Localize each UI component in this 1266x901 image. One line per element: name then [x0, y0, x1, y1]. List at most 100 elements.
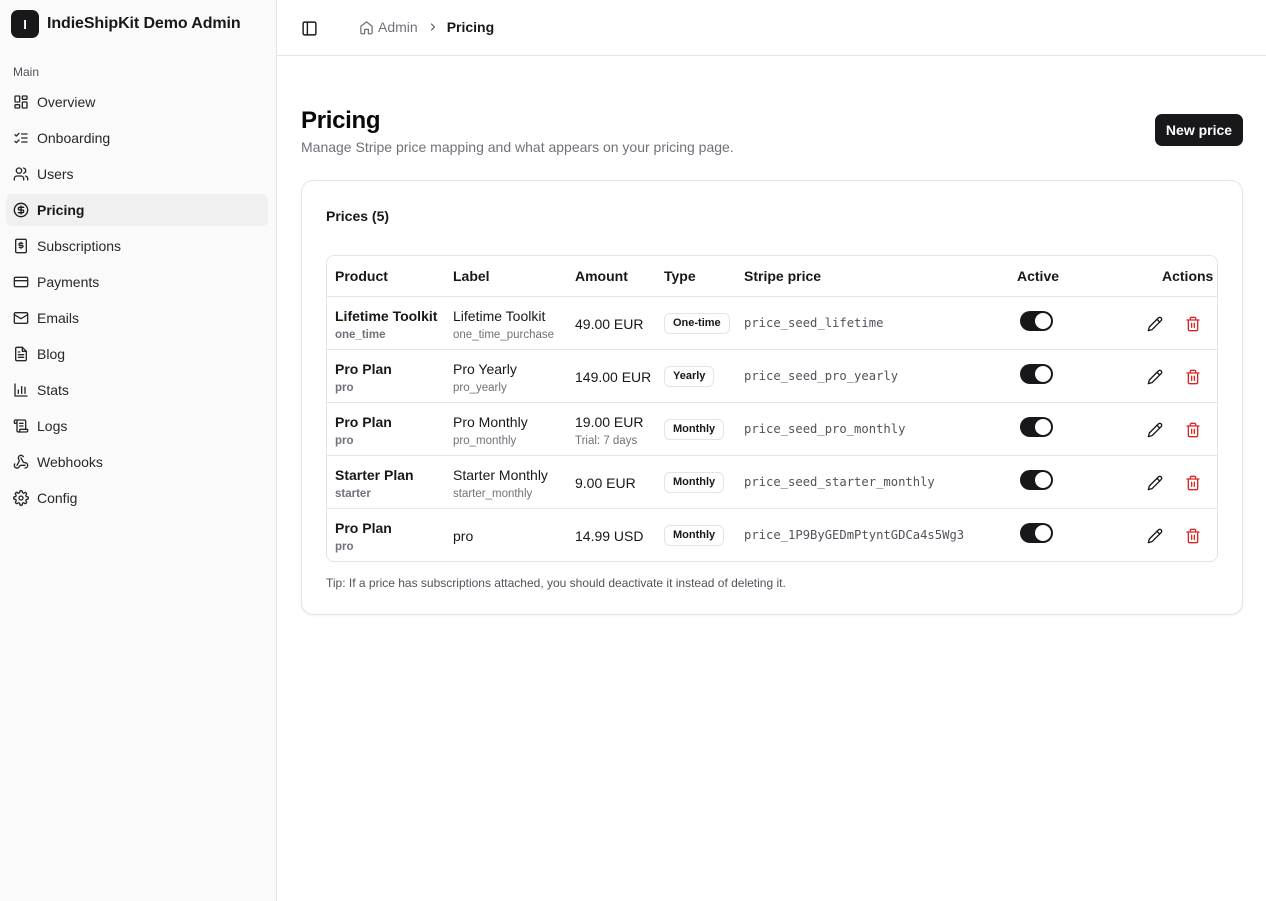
tip-text: Tip: If a price has subscriptions attach… — [326, 576, 786, 590]
stripe-price-id: price_seed_pro_yearly — [744, 369, 899, 383]
sidebar-item-payments[interactable]: Payments — [6, 266, 268, 298]
trash-icon — [1186, 528, 1200, 544]
price-label-key: pro_monthly — [453, 435, 517, 447]
topbar: Admin Pricing — [277, 0, 1266, 56]
sidebar-item-overview[interactable]: Overview — [6, 86, 268, 118]
edit-button[interactable] — [1145, 314, 1165, 334]
sidebar-item-onboarding[interactable]: Onboarding — [6, 122, 268, 154]
price-amount: 9.00 EUR — [575, 475, 636, 491]
edit-button[interactable] — [1145, 420, 1165, 440]
price-label: Pro Yearly — [453, 361, 517, 377]
type-badge: Yearly — [664, 366, 715, 387]
credit-card-icon — [13, 276, 29, 288]
price-label: Pro Monthly — [453, 414, 528, 430]
sidebar-group-label: Main — [13, 65, 40, 79]
pencil-icon — [1147, 422, 1163, 438]
sidebar-item-pricing[interactable]: Pricing — [6, 194, 268, 226]
sidebar-item-label: Users — [37, 166, 74, 182]
breadcrumb: Admin Pricing — [359, 19, 494, 35]
home-icon — [360, 20, 373, 34]
header-label: Label — [453, 268, 490, 284]
table-row: Starter Plan starter Starter Monthly start… — [327, 456, 1217, 509]
sidebar-item-logs[interactable]: Logs — [6, 410, 268, 442]
layout-grid-icon — [14, 95, 28, 109]
sidebar-item-label: Emails — [37, 310, 80, 326]
sidebar-item-users[interactable]: Users — [6, 158, 268, 190]
sidebar-item-emails[interactable]: Emails — [6, 302, 268, 334]
prices-table: Product Label Amount Type Stripe price A… — [326, 255, 1218, 562]
sidebar-item-webhooks[interactable]: Webhooks — [6, 446, 268, 478]
new-price-button[interactable]: New price — [1155, 114, 1243, 146]
type-badge: One-time — [664, 313, 730, 334]
pencil-icon — [1147, 316, 1163, 332]
page-subtitle: Manage Stripe price mapping and what app… — [301, 139, 734, 155]
trial-period: Trial: 7 days — [575, 435, 638, 447]
trash-icon — [1186, 316, 1200, 332]
bar-chart-icon — [14, 383, 28, 397]
price-label-key: starter_monthly — [453, 488, 533, 500]
breadcrumb-admin-link[interactable]: Admin — [359, 19, 418, 35]
webhook-icon — [13, 454, 29, 469]
breadcrumb-admin-label: Admin — [378, 19, 418, 35]
delete-button[interactable] — [1183, 314, 1203, 334]
header-active: Active — [1017, 268, 1060, 284]
active-toggle[interactable] — [1020, 417, 1053, 437]
sidebar-item-label: Subscriptions — [37, 238, 122, 254]
brand-logo: I — [11, 10, 39, 38]
sidebar-item-subscriptions[interactable]: Subscriptions — [6, 230, 268, 262]
edit-button[interactable] — [1145, 367, 1165, 387]
sidebar-item-stats[interactable]: Stats — [6, 374, 268, 406]
brand[interactable]: I IndieShipKit Demo Admin — [11, 10, 241, 38]
price-amount: 149.00 EUR — [575, 369, 652, 385]
active-toggle[interactable] — [1020, 470, 1053, 490]
header-stripe-price: Stripe price — [744, 268, 822, 284]
price-label: Lifetime Toolkit — [453, 308, 546, 324]
edit-button[interactable] — [1145, 473, 1165, 493]
active-toggle[interactable] — [1020, 311, 1053, 331]
active-toggle[interactable] — [1020, 364, 1053, 384]
stripe-price-id: price_seed_pro_monthly — [744, 422, 906, 436]
file-text-icon — [15, 346, 27, 362]
edit-button[interactable] — [1145, 526, 1165, 546]
product-name: Starter Plan — [335, 467, 414, 483]
sidebar-item-label: Pricing — [37, 202, 85, 218]
product-name: Pro Plan — [335, 414, 392, 430]
brand-name: IndieShipKit Demo Admin — [47, 15, 241, 32]
chevron-right-icon — [427, 21, 439, 33]
active-toggle[interactable] — [1020, 523, 1053, 543]
delete-button[interactable] — [1183, 526, 1203, 546]
sidebar: I IndieShipKit Demo Admin Main Overview … — [0, 0, 277, 901]
panel-left-icon — [301, 20, 317, 36]
product-key: pro — [335, 382, 354, 394]
trash-icon — [1186, 475, 1200, 491]
product-key: pro — [335, 435, 354, 447]
mail-icon — [13, 312, 29, 324]
delete-button[interactable] — [1183, 473, 1203, 493]
sidebar-item-label: Payments — [37, 274, 100, 290]
receipt-dollar-icon — [15, 238, 27, 254]
table-row: Lifetime Toolkit one_time Lifetime Toolki… — [327, 297, 1217, 350]
sidebar-item-label: Onboarding — [37, 130, 111, 146]
sidebar-item-label: Stats — [37, 382, 69, 398]
header-type: Type — [664, 268, 696, 284]
price-label: pro — [453, 528, 474, 544]
type-badge: Monthly — [664, 472, 725, 493]
header-amount: Amount — [575, 268, 628, 284]
list-checks-icon — [14, 132, 28, 144]
price-label: Starter Monthly — [453, 467, 548, 483]
sidebar-item-label: Config — [37, 490, 78, 506]
price-amount: 14.99 USD — [575, 528, 644, 544]
sidebar-toggle-button[interactable] — [299, 18, 319, 38]
delete-button[interactable] — [1183, 420, 1203, 440]
delete-button[interactable] — [1183, 367, 1203, 387]
product-name: Lifetime Toolkit — [335, 308, 438, 324]
product-key: starter — [335, 488, 371, 500]
table-row: Pro Plan pro Pro Yearly pro_yearly 149.00 … — [327, 350, 1217, 403]
stripe-price-id: price_1P9ByGEDmPtyntGDCa4s5Wg3 — [744, 528, 965, 542]
pencil-icon — [1147, 369, 1163, 385]
trash-icon — [1186, 422, 1200, 438]
type-badge: Monthly — [664, 525, 725, 546]
sidebar-item-blog[interactable]: Blog — [6, 338, 268, 370]
sidebar-item-config[interactable]: Config — [6, 482, 268, 514]
dollar-circle-icon — [13, 202, 29, 218]
